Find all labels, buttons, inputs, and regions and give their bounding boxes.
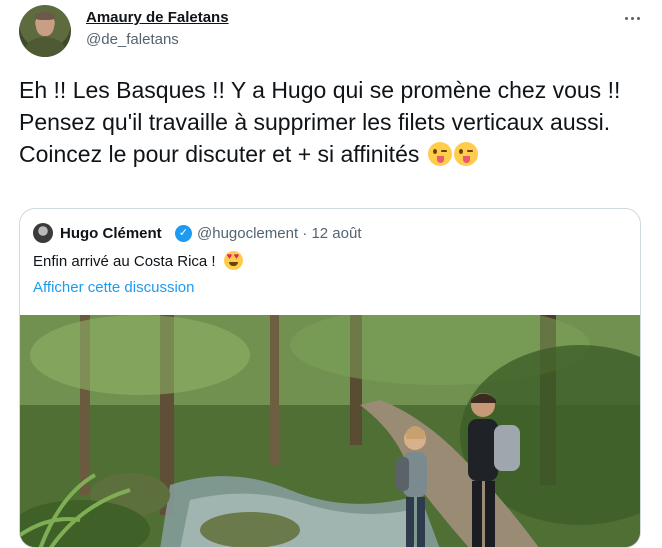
- quoted-tweet-text: Enfin arrivé au Costa Rica !: [33, 251, 243, 270]
- quoted-author-handle-date[interactable]: @hugoclement · 12 août: [197, 225, 362, 242]
- verified-badge-icon: ✓: [175, 225, 192, 242]
- author-name[interactable]: Amaury de Faletans: [86, 9, 229, 26]
- quoted-tweet-photo[interactable]: [20, 315, 640, 547]
- more-options-icon[interactable]: [620, 6, 644, 30]
- quoted-tweet-card[interactable]: Hugo Clément ✓ @hugoclement · 12 août En…: [19, 208, 641, 548]
- winking-face-with-tongue-icon: [427, 142, 452, 166]
- quoted-author-avatar[interactable]: [33, 223, 53, 243]
- tweet-text-body: Eh !! Les Basques !! Y a Hugo qui se pro…: [19, 77, 627, 167]
- quoted-tweet-text-body: Enfin arrivé au Costa Rica !: [33, 253, 220, 270]
- author-handle[interactable]: @de_faletans: [86, 31, 179, 48]
- winking-face-with-tongue-icon: [453, 142, 478, 166]
- show-thread-link[interactable]: Afficher cette discussion: [33, 279, 194, 296]
- heart-eyes-emoji-icon: [223, 251, 243, 270]
- author-avatar[interactable]: [19, 5, 71, 57]
- quoted-author-name[interactable]: Hugo Clément: [60, 225, 162, 242]
- tweet-text: Eh !! Les Basques !! Y a Hugo qui se pro…: [19, 74, 639, 170]
